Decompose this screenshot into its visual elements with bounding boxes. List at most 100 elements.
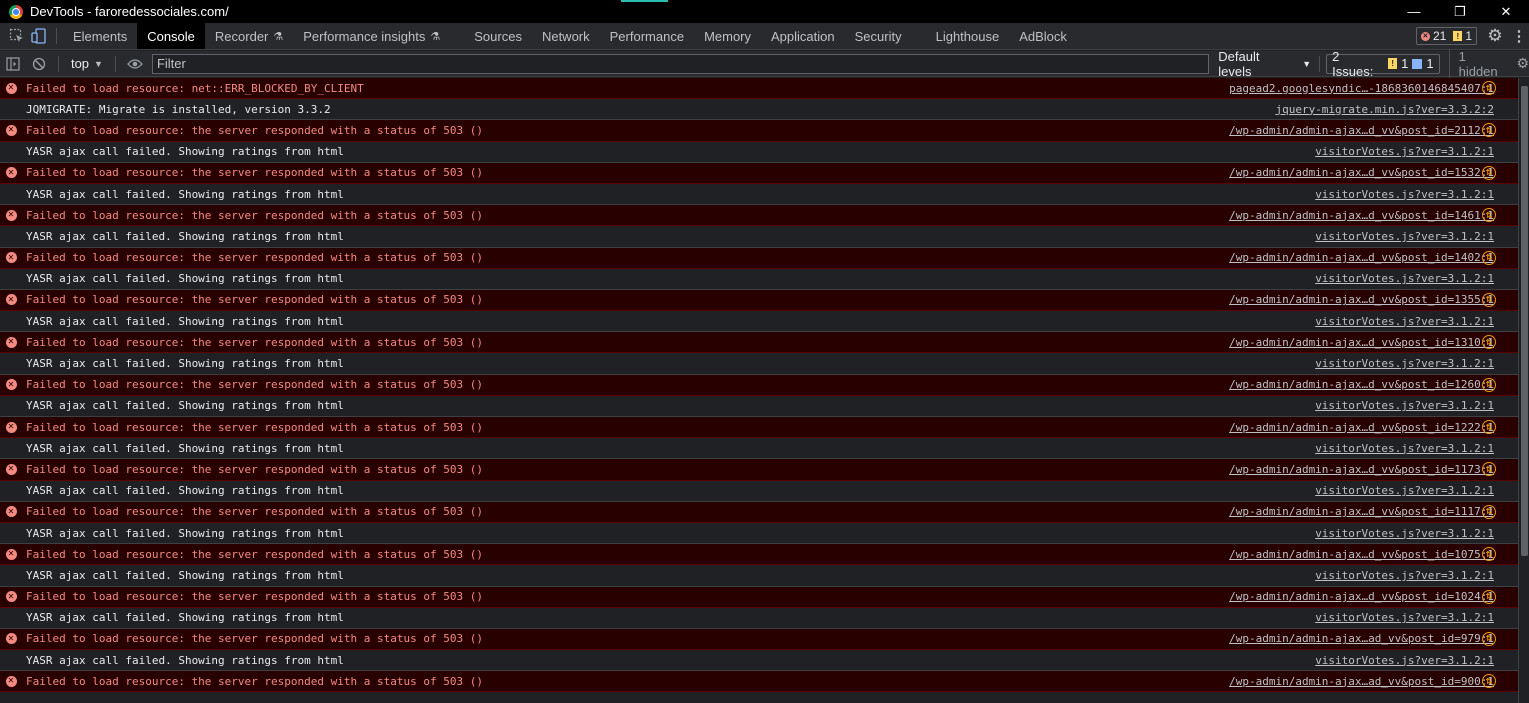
- console-error-row[interactable]: ✕ Failed to load resource: the server res…: [0, 544, 1518, 566]
- console-error-row[interactable]: ✕ Failed to load resource: the server res…: [0, 374, 1518, 396]
- console-log-row[interactable]: YASR ajax call failed. Showing ratings f…: [0, 480, 1518, 502]
- console-error-row[interactable]: ✕ Failed to load resource: the server res…: [0, 459, 1518, 481]
- maximize-icon[interactable]: ❐: [1437, 0, 1483, 23]
- console-log-row[interactable]: YASR ajax call failed. Showing ratings f…: [0, 438, 1518, 460]
- console-log-row[interactable]: YASR ajax call failed. Showing ratings f…: [0, 353, 1518, 375]
- tab-application[interactable]: Application: [761, 23, 845, 49]
- tab-security[interactable]: Security: [845, 23, 912, 49]
- console-message-text: Failed to load resource: the server resp…: [26, 462, 483, 476]
- console-error-row[interactable]: ✕ Failed to load resource: the server res…: [0, 417, 1518, 439]
- tab-lighthouse[interactable]: Lighthouse: [926, 23, 1010, 49]
- more-options-icon[interactable]: ⋮: [1509, 23, 1529, 49]
- console-settings-gear-icon[interactable]: ⚙: [1516, 55, 1529, 72]
- console-error-row[interactable]: ✕ Failed to load resource: the server res…: [0, 671, 1518, 693]
- source-link[interactable]: visitorVotes.js?ver=3.1.2:1: [1315, 188, 1518, 201]
- console-error-row[interactable]: ✕ Failed to load resource: the server res…: [0, 247, 1518, 269]
- source-link[interactable]: /wp-admin/admin-ajax…d_vv&post_id=1355:1: [1229, 293, 1518, 306]
- source-link[interactable]: /wp-admin/admin-ajax…d_vv&post_id=1117:1: [1229, 505, 1518, 518]
- source-link[interactable]: visitorVotes.js?ver=3.1.2:1: [1315, 399, 1518, 412]
- settings-gear-icon[interactable]: ⚙: [1481, 23, 1509, 49]
- network-request-icon[interactable]: ⇅: [1482, 420, 1496, 434]
- source-link[interactable]: /wp-admin/admin-ajax…ad_vv&post_id=979:1: [1229, 632, 1518, 645]
- filter-input[interactable]: [151, 53, 1210, 74]
- tab-recorder[interactable]: Recorder ⚗: [205, 23, 293, 49]
- tab-adblock[interactable]: AdBlock: [1009, 23, 1077, 49]
- source-link[interactable]: visitorVotes.js?ver=3.1.2:1: [1315, 315, 1518, 328]
- javascript-context-select[interactable]: top ▼: [65, 56, 109, 71]
- source-link[interactable]: visitorVotes.js?ver=3.1.2:1: [1315, 442, 1518, 455]
- console-error-row[interactable]: ✕ Failed to load resource: the server res…: [0, 289, 1518, 312]
- source-link[interactable]: /wp-admin/admin-ajax…d_vv&post_id=1260:1: [1229, 378, 1518, 391]
- source-link[interactable]: jquery-migrate.min.js?ver=3.3.2:2: [1275, 103, 1518, 116]
- close-icon[interactable]: ✕: [1483, 0, 1529, 23]
- source-link[interactable]: visitorVotes.js?ver=3.1.2:1: [1315, 569, 1518, 582]
- device-toolbar-icon[interactable]: [28, 25, 50, 47]
- network-request-icon[interactable]: ⇅: [1482, 165, 1496, 180]
- source-link[interactable]: /wp-admin/admin-ajax…ad_vv&post_id=900:1: [1229, 675, 1518, 688]
- network-request-icon[interactable]: ⇅: [1482, 504, 1496, 519]
- scrollbar-thumb[interactable]: [1521, 86, 1528, 556]
- console-error-row[interactable]: ✕ Failed to load resource: net::ERR_BLOCK…: [0, 78, 1518, 100]
- console-error-row[interactable]: ✕ Failed to load resource: the server res…: [0, 501, 1518, 523]
- source-link[interactable]: pagead2.googlesyndic…-1868360146845407:1: [1229, 82, 1518, 95]
- source-link[interactable]: visitorVotes.js?ver=3.1.2:1: [1315, 611, 1518, 624]
- tab-elements[interactable]: Elements: [63, 23, 137, 49]
- source-link[interactable]: /wp-admin/admin-ajax…d_vv&post_id=1024:1: [1229, 590, 1518, 603]
- inspect-element-icon[interactable]: [6, 25, 28, 47]
- tab-network[interactable]: Network: [532, 23, 600, 49]
- error-warning-counter[interactable]: ✕ 21 ! 1: [1415, 27, 1477, 45]
- tab-sources[interactable]: Sources: [464, 23, 532, 49]
- source-link[interactable]: /wp-admin/admin-ajax…d_vv&post_id=1402:1: [1229, 251, 1518, 264]
- source-link[interactable]: /wp-admin/admin-ajax…d_vv&post_id=1173:1: [1229, 463, 1518, 476]
- console-log-row[interactable]: YASR ajax call failed. Showing ratings f…: [0, 183, 1518, 206]
- issues-button[interactable]: 2 Issues: ! 1 1: [1326, 49, 1440, 79]
- log-icon-spacer: [0, 142, 22, 162]
- source-link[interactable]: /wp-admin/admin-ajax…d_vv&post_id=1310:1: [1229, 336, 1518, 349]
- tab-performance-insights[interactable]: Performance insights ⚗: [293, 23, 450, 49]
- console-scrollbar[interactable]: [1518, 78, 1529, 703]
- console-error-row[interactable]: ✕ Failed to load resource: the server res…: [0, 205, 1518, 227]
- tab-console[interactable]: Console: [137, 23, 205, 49]
- console-error-row[interactable]: ✕ Failed to load resource: the server res…: [0, 162, 1518, 184]
- console-log-row[interactable]: YASR ajax call failed. Showing ratings f…: [0, 565, 1518, 587]
- source-link[interactable]: visitorVotes.js?ver=3.1.2:1: [1315, 654, 1518, 667]
- network-request-icon[interactable]: ⇅: [1482, 631, 1496, 646]
- console-error-row[interactable]: ✕ Failed to load resource: the server res…: [0, 628, 1518, 651]
- console-log-row[interactable]: YASR ajax call failed. Showing ratings f…: [0, 311, 1518, 333]
- console-log-row[interactable]: YASR ajax call failed. Showing ratings f…: [0, 607, 1518, 629]
- source-link[interactable]: visitorVotes.js?ver=3.1.2:1: [1315, 272, 1518, 285]
- network-request-icon[interactable]: ⇅: [1482, 292, 1496, 307]
- network-request-icon[interactable]: ⇅: [1482, 589, 1496, 604]
- console-log-row[interactable]: JQMIGRATE: Migrate is installed, version…: [0, 99, 1518, 121]
- source-link[interactable]: visitorVotes.js?ver=3.1.2:1: [1315, 484, 1518, 497]
- console-log-row[interactable]: YASR ajax call failed. Showing ratings f…: [0, 395, 1518, 417]
- source-link[interactable]: /wp-admin/admin-ajax…d_vv&post_id=2112:1: [1229, 124, 1518, 137]
- source-link[interactable]: visitorVotes.js?ver=3.1.2:1: [1315, 527, 1518, 540]
- live-expression-eye-icon[interactable]: [122, 52, 148, 76]
- console-message-text: Failed to load resource: the server resp…: [26, 123, 483, 137]
- source-link[interactable]: visitorVotes.js?ver=3.1.2:1: [1315, 230, 1518, 243]
- console-error-row[interactable]: ✕ Failed to load resource: the server res…: [0, 586, 1518, 608]
- tab-memory[interactable]: Memory: [694, 23, 761, 49]
- console-log-row[interactable]: YASR ajax call failed. Showing ratings f…: [0, 268, 1518, 290]
- source-link[interactable]: visitorVotes.js?ver=3.1.2:1: [1315, 357, 1518, 370]
- minimize-icon[interactable]: —: [1391, 0, 1437, 23]
- network-request-icon[interactable]: ⇅: [1482, 250, 1496, 265]
- source-link[interactable]: /wp-admin/admin-ajax…d_vv&post_id=1461:1: [1229, 209, 1518, 222]
- source-link[interactable]: /wp-admin/admin-ajax…d_vv&post_id=1532:1: [1229, 166, 1518, 179]
- source-link[interactable]: /wp-admin/admin-ajax…d_vv&post_id=1075:1: [1229, 548, 1518, 561]
- clear-console-icon[interactable]: [26, 52, 52, 76]
- console-log-row[interactable]: YASR ajax call failed. Showing ratings f…: [0, 141, 1518, 163]
- console-log-row[interactable]: YASR ajax call failed. Showing ratings f…: [0, 522, 1518, 545]
- sidebar-toggle-icon[interactable]: [0, 52, 26, 76]
- console-error-row[interactable]: ✕ Failed to load resource: the server res…: [0, 120, 1518, 142]
- tab-performance[interactable]: Performance: [600, 23, 694, 49]
- console-log-row[interactable]: YASR ajax call failed. Showing ratings f…: [0, 226, 1518, 248]
- source-link[interactable]: /wp-admin/admin-ajax…d_vv&post_id=1222:1: [1229, 421, 1518, 434]
- network-request-icon[interactable]: ⇅: [1482, 377, 1496, 392]
- console-error-row[interactable]: ✕ Failed to load resource: the server res…: [0, 332, 1518, 354]
- console-log-row[interactable]: YASR ajax call failed. Showing ratings f…: [0, 650, 1518, 672]
- source-link[interactable]: visitorVotes.js?ver=3.1.2:1: [1315, 145, 1518, 158]
- network-request-icon[interactable]: ⇅: [1482, 81, 1496, 95]
- log-levels-dropdown[interactable]: Default levels ▼: [1212, 49, 1317, 79]
